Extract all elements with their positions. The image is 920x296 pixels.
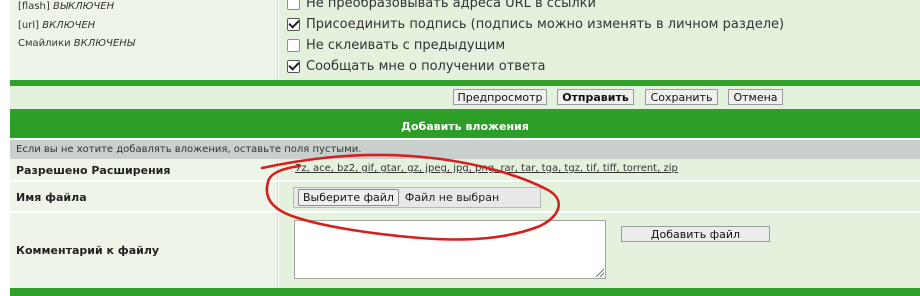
checkbox-checked[interactable]	[287, 17, 300, 31]
checkbox-checked[interactable]	[287, 59, 300, 73]
action-buttons-row: Предпросмотр Отправить Сохранить Отмена	[10, 86, 920, 109]
file-comment-cell: Добавить файл	[279, 213, 920, 288]
resize-grip-icon[interactable]	[596, 269, 604, 277]
post-options-panel: Не преобразовывать адреса URL в ссылки П…	[279, 0, 920, 80]
file-comment-textarea[interactable]	[294, 220, 606, 279]
save-button[interactable]: Сохранить	[645, 89, 718, 105]
file-comment-label: Комментарий к файлу	[10, 213, 278, 288]
file-input[interactable]: Выберите файл Файл не выбран	[293, 187, 541, 208]
extensions-cell: 7z, ace, bz2, gif, gtar, gz, jpeg, jpg, …	[279, 159, 920, 181]
attachments-header: Добавить вложения	[10, 114, 920, 138]
filename-cell: Выберите файл Файл не выбран	[279, 182, 920, 212]
bbcode-url-status: [url] ВКЛЮЧЕН	[18, 20, 96, 31]
submit-button[interactable]: Отправить	[557, 89, 634, 105]
extensions-label: Разрешено Расширения	[10, 159, 278, 181]
checkbox[interactable]	[287, 0, 300, 10]
bottom-divider-bar	[10, 288, 920, 296]
attachments-hint: Если вы не хотите добавлять вложения, ос…	[10, 140, 920, 159]
bbcode-flash-status: [flash] ВЫКЛЮЧЕН	[18, 1, 115, 12]
file-status-text: Файл не выбран	[404, 191, 500, 204]
cancel-button[interactable]: Отмена	[728, 89, 783, 105]
filename-row: Имя файла Выберите файл Файл не выбран	[10, 182, 920, 212]
extensions-row: Разрешено Расширения 7z, ace, bz2, gif, …	[10, 159, 920, 181]
checkbox[interactable]	[287, 38, 300, 52]
post-form: [flash] ВЫКЛЮЧЕН [url] ВКЛЮЧЕН Смайлики …	[10, 0, 920, 296]
preview-button[interactable]: Предпросмотр	[453, 89, 547, 105]
file-comment-row: Комментарий к файлу Добавить файл	[10, 213, 920, 288]
add-file-button[interactable]: Добавить файл	[621, 226, 770, 242]
option-attach-signature[interactable]: Присоединить подпись (подпись можно изме…	[287, 16, 784, 32]
smilies-status: Смайлики ВКЛЮЧЕНЫ	[18, 38, 135, 49]
option-no-merge[interactable]: Не склеивать с предыдущим	[287, 37, 505, 53]
choose-file-button[interactable]: Выберите файл	[298, 189, 399, 206]
option-disable-magic-url[interactable]: Не преобразовывать адреса URL в ссылки	[287, 0, 596, 11]
filename-label: Имя файла	[10, 182, 278, 212]
bbcode-status-panel: [flash] ВЫКЛЮЧЕН [url] ВКЛЮЧЕН Смайлики …	[10, 0, 278, 80]
option-notify-reply[interactable]: Сообщать мне о получении ответа	[287, 58, 546, 74]
extensions-list: 7z, ace, bz2, gif, gtar, gz, jpeg, jpg, …	[295, 163, 678, 174]
